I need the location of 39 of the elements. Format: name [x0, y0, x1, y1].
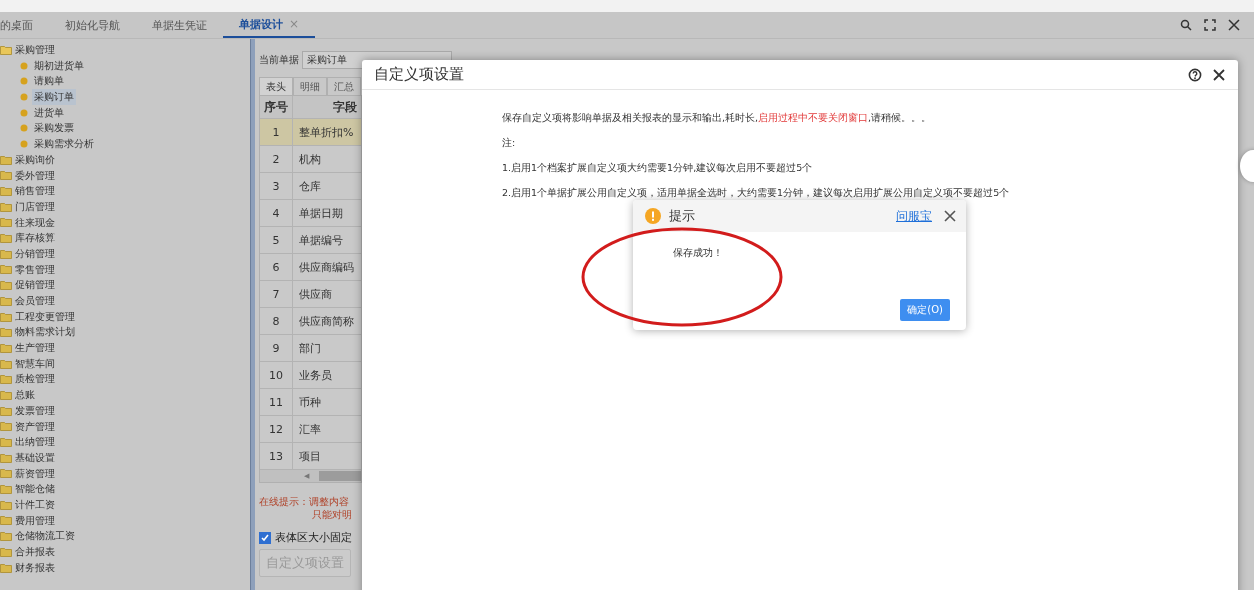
hint-text: 在线提示：调整内容 — [259, 495, 350, 508]
table-cell: 7 — [260, 281, 293, 307]
dialog-text: 注: — [502, 137, 517, 149]
table-cell-text: 汇率 — [298, 421, 322, 438]
dialog-text: 保存自定义项将影响单据及相关报表的显示和输出,耗时长,启用过程中不要关闭窗口,请稍候。。。 — [502, 112, 933, 124]
table-cell: 13 — [260, 443, 293, 469]
table-cell: 2 — [260, 146, 293, 172]
dialog-text: 1.启用1个档案扩展自定义项大约需要1分钟,建议每次启用不要超过5个 — [502, 162, 814, 174]
table-cell: 6 — [260, 254, 293, 280]
table-cell-text: 供应商简称 — [298, 313, 355, 330]
table-cell: 9 — [260, 335, 293, 361]
table-cell: 12 — [260, 416, 293, 442]
dialog-text: 2.启用1个单据扩展公用自定义项，适用单据全选时，大约需要1分钟，建议每次启用扩展公用自定义项不要超过5个 — [502, 187, 1011, 199]
field-label: 当前单据 — [259, 53, 299, 67]
table-cell-text: 币种 — [298, 394, 322, 411]
alert-title: 提示 — [669, 207, 695, 225]
table-cell: 1 — [260, 119, 293, 145]
table-cell-text: 整单折扣% — [298, 124, 355, 141]
table-cell: 5 — [260, 227, 293, 253]
column-header: 序号 — [260, 96, 293, 118]
table-cell-text: 单据编号 — [298, 232, 344, 249]
hint-text: 只能对明 — [311, 508, 353, 521]
table-cell-text: 供应商 — [298, 286, 333, 303]
alert-message: 保存成功！ — [672, 246, 724, 260]
table-cell: 3 — [260, 173, 293, 199]
column-header: 字段 — [332, 98, 358, 116]
table-cell-text: 供应商编码 — [298, 259, 355, 276]
table-cell: 4 — [260, 200, 293, 226]
table-cell-text: 仓库 — [298, 178, 322, 195]
table-cell-text: 机构 — [298, 151, 322, 168]
checkbox-label: 表体区大小固定 — [275, 530, 352, 545]
dialog-title: 自定义项设置 — [374, 65, 464, 84]
table-cell-text: 项目 — [298, 448, 322, 465]
table-cell: 10 — [260, 362, 293, 388]
table-cell-text: 单据日期 — [298, 205, 344, 222]
table-cell-text: 部门 — [298, 340, 322, 357]
table-cell: 8 — [260, 308, 293, 334]
table-cell: 11 — [260, 389, 293, 415]
table-cell-text: 业务员 — [298, 367, 333, 384]
